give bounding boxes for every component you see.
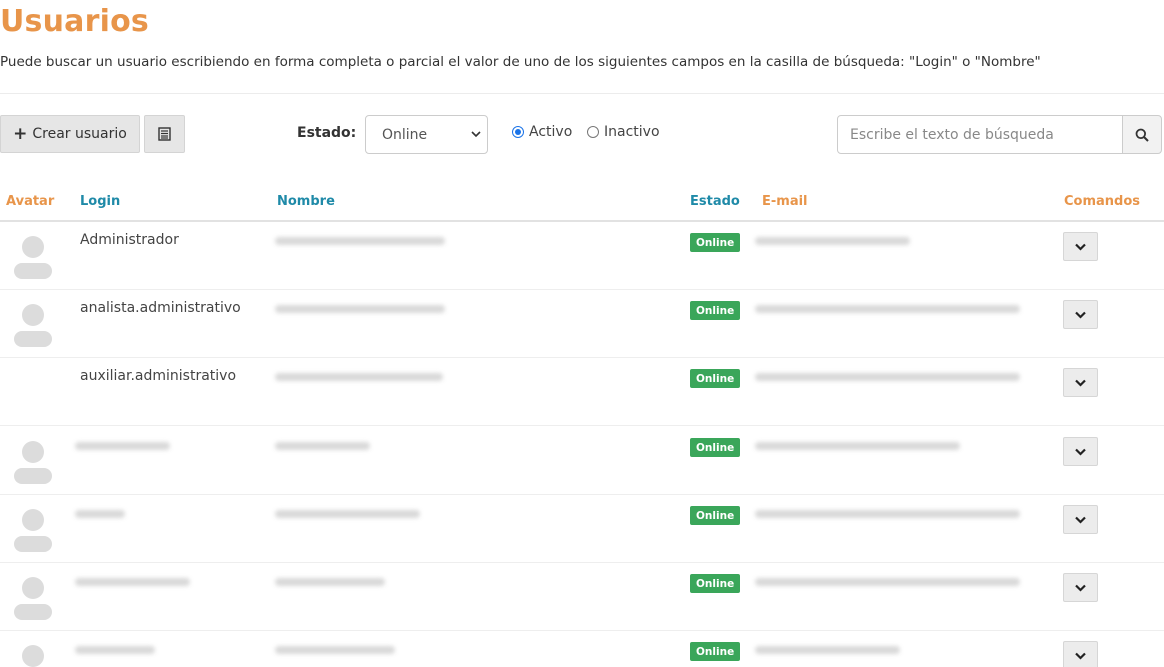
row-command-button[interactable] (1063, 437, 1098, 466)
user-avatar-icon (14, 236, 52, 279)
blurred-email (755, 373, 1020, 381)
column-header-estado[interactable]: Estado (690, 194, 740, 209)
chevron-down-icon (471, 131, 481, 138)
blurred-login (75, 646, 155, 654)
chevron-down-icon (1075, 243, 1086, 251)
column-header-avatar: Avatar (6, 194, 55, 209)
status-badge: Online (690, 506, 741, 525)
status-badge: Online (690, 438, 741, 457)
blurred-email (755, 237, 910, 245)
page-title: Usuarios (0, 4, 149, 39)
column-header-login[interactable]: Login (80, 194, 120, 209)
create-user-label: Crear usuario (32, 126, 127, 142)
page-description: Puede buscar un usuario escribiendo en f… (0, 54, 1041, 70)
blurred-login (75, 442, 170, 450)
estado-label: Estado: (297, 125, 357, 141)
radio-inactivo-label: Inactivo (604, 124, 660, 140)
status-badge: Online (690, 301, 741, 320)
search-button[interactable] (1122, 115, 1162, 154)
estado-select[interactable]: Online (365, 115, 488, 154)
column-header-email: E-mail (762, 194, 808, 209)
table-row: Online (0, 427, 1164, 495)
status-badge: Online (690, 642, 741, 661)
table-row: Online (0, 631, 1164, 667)
search-input[interactable] (837, 115, 1123, 154)
row-command-button[interactable] (1063, 641, 1098, 667)
blurred-name (275, 373, 443, 381)
blurred-name (275, 305, 445, 313)
status-badge: Online (690, 233, 741, 252)
radio-inactivo[interactable]: Inactivo (587, 124, 660, 140)
table-row: analista.administrativo Online (0, 290, 1164, 358)
column-header-comandos: Comandos (1064, 194, 1141, 209)
row-login: Administrador (80, 232, 179, 248)
row-command-button[interactable] (1063, 368, 1098, 397)
table-row: Administrador Online (0, 222, 1164, 290)
radio-inactivo-button[interactable] (587, 126, 599, 138)
status-badge: Online (690, 574, 741, 593)
chevron-down-icon (1075, 311, 1086, 319)
blurred-name (275, 578, 385, 586)
radio-activo[interactable]: Activo (512, 124, 572, 140)
blurred-login (75, 578, 190, 586)
radio-activo-button[interactable] (512, 126, 524, 138)
create-user-button[interactable]: + Crear usuario (0, 115, 140, 153)
table-row: Online (0, 563, 1164, 631)
chevron-down-icon (1075, 379, 1086, 387)
table-row: auxiliar.administrativo Online (0, 358, 1164, 426)
blurred-name (275, 237, 445, 245)
list-icon (158, 127, 171, 141)
row-command-button[interactable] (1063, 300, 1098, 329)
row-command-button[interactable] (1063, 232, 1098, 261)
row-login: analista.administrativo (80, 300, 241, 316)
estado-selected-value: Online (382, 126, 428, 143)
blurred-name (275, 646, 395, 654)
radio-activo-label: Activo (529, 124, 573, 140)
chevron-down-icon (1075, 652, 1086, 660)
blurred-email (755, 305, 1020, 313)
user-avatar-icon (14, 509, 52, 552)
search-icon (1135, 128, 1149, 142)
user-avatar-icon (14, 304, 52, 347)
blurred-email (755, 646, 900, 654)
row-login: auxiliar.administrativo (80, 368, 237, 384)
column-header-nombre[interactable]: Nombre (277, 194, 335, 209)
blurred-email (755, 442, 960, 450)
table-row: Online (0, 495, 1164, 563)
chevron-down-icon (1075, 584, 1086, 592)
list-view-button[interactable] (144, 115, 185, 153)
row-command-button[interactable] (1063, 505, 1098, 534)
chevron-down-icon (1075, 516, 1086, 524)
user-avatar-icon (22, 645, 44, 667)
row-command-button[interactable] (1063, 573, 1098, 602)
blurred-name (275, 442, 370, 450)
user-avatar-icon (14, 577, 52, 620)
chevron-down-icon (1075, 448, 1086, 456)
blurred-email (755, 510, 1020, 518)
status-badge: Online (690, 369, 741, 388)
blurred-login (75, 510, 125, 518)
header-divider (0, 93, 1164, 94)
blurred-email (755, 578, 1020, 586)
user-avatar-icon (14, 441, 52, 484)
blurred-name (275, 510, 420, 518)
plus-icon: + (13, 123, 28, 144)
